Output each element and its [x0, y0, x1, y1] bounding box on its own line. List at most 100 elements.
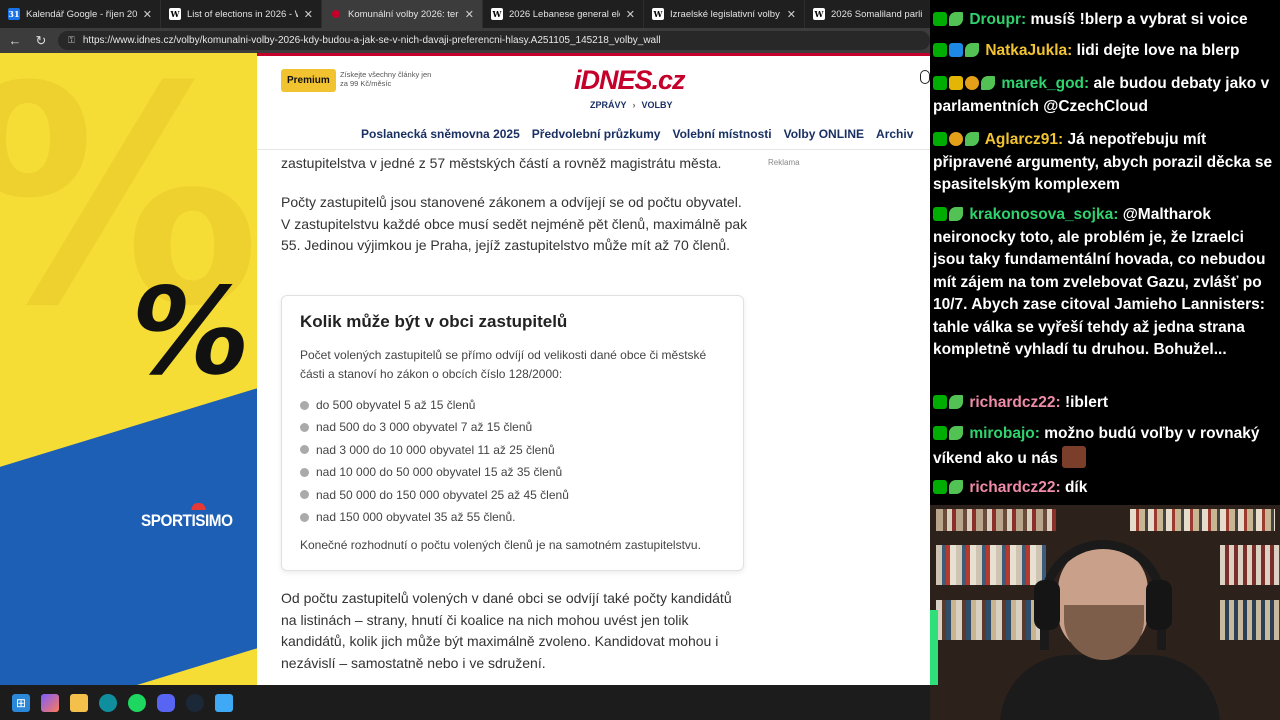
badge-icon	[949, 426, 963, 440]
chat-username[interactable]: Droupr	[969, 11, 1021, 28]
tab-google-calendar[interactable]: 31 Kalendář Google - říjen 2026 ✕	[0, 0, 161, 28]
bullet-icon	[300, 490, 309, 500]
breadcrumb: ZPRÁVY › VOLBY	[590, 100, 673, 110]
badge-icon	[933, 132, 947, 146]
badge-icon	[949, 480, 963, 494]
bullet-icon	[300, 512, 309, 522]
discord-icon[interactable]	[157, 693, 175, 712]
back-arrow-icon[interactable]: ←	[4, 33, 26, 48]
chat-username[interactable]: krakonosova_sojka	[969, 206, 1113, 223]
menu-item-archiv[interactable]: Archiv	[876, 127, 913, 141]
chat-message: richardcz22: !iblert	[933, 392, 1278, 415]
list-item: nad 150 000 obyvatel 35 až 55 členů.	[300, 506, 569, 528]
webcam-light	[930, 610, 938, 685]
header-accent-line	[257, 53, 930, 56]
article-paragraph: Počty zastupitelů jsou stanovené zákonem…	[281, 194, 748, 253]
site-header: Premium Získejte všechny články jen za 9…	[257, 53, 930, 150]
info-box-lead: Počet volených zastupitelů se přímo odví…	[300, 348, 707, 381]
section-menu: Poslanecká sněmovna 2025 Předvolební prů…	[361, 127, 913, 141]
url-input[interactable]: ⚿ https://www.idnes.cz/volby/komunalni-v…	[58, 31, 930, 50]
chat-message: Droupr: musíš !blerp a vybrat si voice	[933, 9, 1278, 32]
menu-item-volby-online[interactable]: Volby ONLINE	[784, 127, 864, 141]
windows-taskbar: ⊞	[0, 685, 930, 720]
web-page: % % SPORTISIMO Premium Získejte všechny …	[0, 53, 930, 685]
copilot-icon[interactable]	[41, 693, 59, 712]
crown-badge-icon	[949, 76, 963, 90]
info-box-title: Kolik může být v obci zastupitelů	[300, 312, 568, 331]
menu-item-snemovna[interactable]: Poslanecká sněmovna 2025	[361, 127, 520, 141]
streamer-shirt	[1000, 655, 1220, 720]
list-item: nad 50 000 do 150 000 obyvatel 25 až 45 …	[300, 484, 569, 506]
close-tab-icon[interactable]: ✕	[304, 8, 313, 21]
chat-username[interactable]: richardcz22	[969, 394, 1055, 411]
badge-icon	[933, 76, 947, 90]
chat-username[interactable]: Aglarcz91	[985, 131, 1058, 148]
chat-username[interactable]: mirobajo	[969, 425, 1034, 442]
list-item: nad 3 000 do 10 000 obyvatel 11 až 25 čl…	[300, 439, 569, 461]
badge-icon	[949, 132, 963, 146]
headphone-right	[1146, 580, 1172, 630]
idnes-logo[interactable]: iDNES.cz	[574, 65, 686, 96]
chat-message: NatkaJukla: lidi dejte love na blerp	[933, 40, 1278, 63]
badge-icon	[965, 76, 979, 90]
chat-username[interactable]: marek_god	[1001, 75, 1084, 92]
info-box-list: do 500 obyvatel 5 až 15 členů nad 500 do…	[300, 394, 569, 528]
tab-somaliland-election[interactable]: W2026 Somaliland parliamentary	[805, 0, 930, 28]
chat-message: Aglarcz91: Já nepotřebuju mít připravené…	[933, 131, 1273, 193]
chat-text: @Maltharok neironocky toto, ale problém …	[933, 206, 1266, 358]
breadcrumb-zpravy[interactable]: ZPRÁVY	[590, 100, 627, 110]
close-tab-icon[interactable]: ✕	[787, 8, 796, 21]
tab-idnes-active[interactable]: Komunální volby 2026: termín, kand✕	[322, 0, 483, 28]
chat-username[interactable]: richardcz22	[969, 479, 1055, 496]
list-item: nad 500 do 3 000 obyvatel 7 až 15 členů	[300, 416, 569, 438]
edge-icon[interactable]	[99, 693, 117, 712]
reload-icon[interactable]: ↻	[30, 33, 52, 49]
menu-item-pruzkumy[interactable]: Předvolební průzkumy	[532, 127, 661, 141]
wikipedia-icon: W	[813, 8, 825, 20]
ad-percent-symbol: %	[117, 263, 257, 402]
tab-lebanese-election[interactable]: W2026 Lebanese general election - W✕	[483, 0, 644, 28]
article-paragraph: Od počtu zastupitelů volených v dané obc…	[281, 590, 732, 671]
close-tab-icon[interactable]: ✕	[626, 8, 635, 21]
user-icon[interactable]	[920, 70, 930, 84]
badge-icon	[933, 207, 947, 221]
article-paragraph: zastupitelstva v jedné z 57 městských čá…	[281, 155, 722, 171]
wikipedia-icon: W	[169, 8, 181, 20]
steam-icon[interactable]	[186, 693, 204, 712]
badge-icon	[933, 395, 947, 409]
badge-icon	[933, 480, 947, 494]
premium-button[interactable]: Premium	[281, 69, 336, 92]
chat-message: mirobajo: možno budú voľby v rovnaký vík…	[933, 425, 1260, 468]
breadcrumb-volby[interactable]: VOLBY	[642, 100, 673, 110]
list-item: nad 10 000 do 50 000 obyvatel 15 až 35 č…	[300, 461, 569, 483]
info-box: Kolik může být v obci zastupitelů Počet …	[281, 295, 744, 571]
badge-icon	[933, 426, 947, 440]
badge-icon	[965, 43, 979, 57]
notepad-icon[interactable]	[215, 693, 233, 712]
badge-icon	[981, 76, 995, 90]
idnes-icon	[332, 10, 340, 18]
windows-start-icon[interactable]: ⊞	[12, 693, 30, 712]
bullet-icon	[300, 400, 309, 410]
ad-brand-logo: SPORTISIMO	[141, 503, 233, 531]
chevron-right-icon: ›	[632, 100, 636, 110]
sportisimo-ad-banner[interactable]: % % SPORTISIMO	[0, 53, 257, 685]
tab-wikipedia-elections[interactable]: WList of elections in 2026 - Wikipedia✕	[161, 0, 322, 28]
close-tab-icon[interactable]: ✕	[465, 8, 474, 21]
chat-username[interactable]: NatkaJukla	[985, 42, 1067, 59]
bullet-icon	[300, 467, 309, 477]
emote-icon	[1062, 445, 1087, 468]
menu-item-mistnosti[interactable]: Volební místnosti	[672, 127, 771, 141]
close-tab-icon[interactable]: ✕	[143, 8, 152, 21]
tab-israeli-election[interactable]: WIzraelské legislativní volby 2026 - W✕	[644, 0, 805, 28]
premium-note: Získejte všechny články jen za 99 Kč/měs…	[340, 70, 432, 88]
spotify-icon[interactable]	[128, 693, 146, 712]
chat-message: richardcz22: dík	[933, 477, 1278, 500]
google-calendar-icon: 31	[8, 8, 20, 20]
file-explorer-icon[interactable]	[70, 693, 88, 712]
badge-icon	[949, 207, 963, 221]
chat-text: dík	[1064, 479, 1088, 496]
address-bar-row: ← ↻ ⚿ https://www.idnes.cz/volby/komunal…	[0, 28, 930, 53]
chat-text: musíš !blerp a vybrat si voice	[1030, 11, 1248, 28]
site-info-icon[interactable]: ⚿	[68, 35, 75, 46]
